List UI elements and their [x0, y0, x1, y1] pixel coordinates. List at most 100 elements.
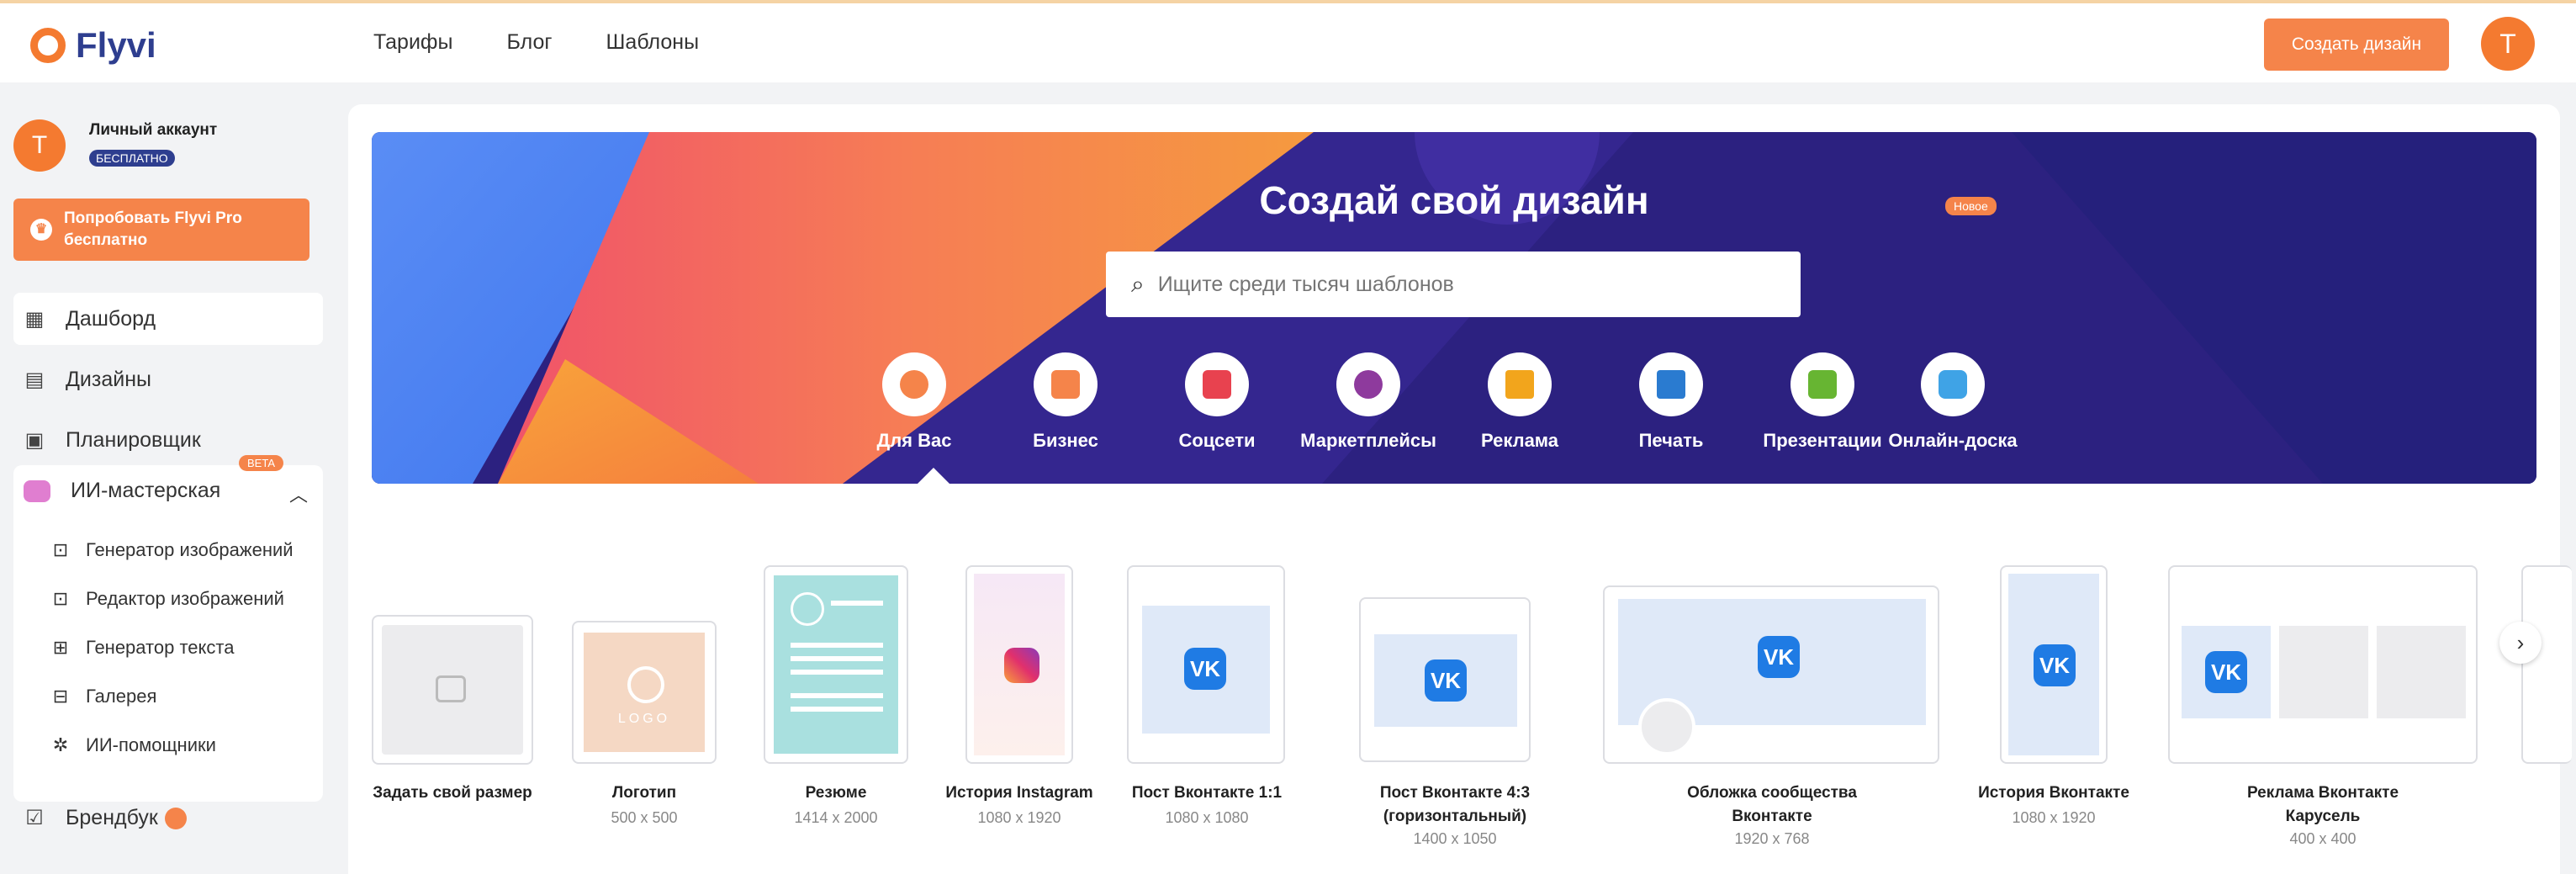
category-label: Соцсети [1178, 430, 1256, 451]
pro-badge-icon [164, 807, 187, 829]
sidebar-item-image-editor[interactable]: ⊡ Редактор изображений [50, 588, 284, 610]
smile-icon [882, 352, 946, 416]
sidebar-item-label: Планировщик [66, 427, 201, 452]
account-name[interactable]: Личный аккаунт [89, 121, 217, 140]
sidebar-item-designs[interactable]: ▤ Дизайны [13, 353, 323, 405]
brandbook-icon: ☑ [25, 807, 44, 829]
template-search-box[interactable]: ⌕ [1106, 252, 1801, 317]
ai-workshop-icon [24, 479, 50, 502]
nav-blog[interactable]: Блог [506, 30, 552, 55]
heart-chat-icon [1185, 352, 1249, 416]
vk-icon: VK [2205, 651, 2247, 693]
logo-text: Flyvi [76, 25, 156, 65]
category-for-you[interactable]: Для Вас [843, 352, 986, 452]
category-whiteboard[interactable]: Онлайн-доска [1881, 352, 2024, 452]
sidebar-item-text-generator[interactable]: ⊞ Генератор текста [50, 637, 235, 659]
template-size: 1920 x 768 [1734, 830, 1810, 847]
carousel-next-button[interactable]: › [2499, 622, 2542, 664]
template-vk-cover[interactable]: VK [1603, 585, 1939, 764]
sidebar-item-brandbook[interactable]: ☑ Брендбук [13, 806, 187, 830]
category-label: Маркетплейсы [1300, 430, 1436, 451]
assistant-icon: ✲ [52, 734, 69, 755]
sidebar-item-label: Дашборд [66, 306, 156, 331]
sub-item-label: Галерея [86, 686, 157, 707]
template-vk-post-horizontal[interactable]: VK [1359, 597, 1531, 762]
briefcase-icon [1034, 352, 1098, 416]
template-vk-story[interactable]: VK [2000, 565, 2108, 764]
logo-icon [30, 28, 66, 63]
try-pro-button[interactable]: ♛ Попробовать Flyvi Pro бесплатно [13, 199, 309, 261]
sidebar-item-image-generator[interactable]: ⊡ Генератор изображений [50, 539, 294, 561]
template-logo[interactable]: LOGO [572, 621, 717, 764]
chevron-right-icon: › [2516, 629, 2525, 655]
search-icon: ⌕ [1131, 270, 1145, 297]
template-label: Пост Вконтакте 1:1 [1131, 784, 1283, 802]
shopping-bag-icon [1336, 352, 1400, 416]
create-design-button[interactable]: Создать дизайн [2264, 19, 2449, 71]
nav-pricing[interactable]: Тарифы [373, 30, 452, 55]
presentation-icon [1791, 352, 1854, 416]
search-input[interactable] [1156, 271, 1748, 298]
user-avatar[interactable]: T [2481, 17, 2535, 71]
template-size: 400 x 400 [2289, 830, 2356, 847]
printer-icon [1639, 352, 1703, 416]
category-print[interactable]: Печать [1600, 352, 1743, 452]
category-label: Печать [1638, 430, 1704, 451]
beta-badge: BETA [239, 455, 283, 471]
template-size: 500 x 500 [611, 809, 678, 826]
nav-templates[interactable]: Шаблоны [606, 30, 700, 55]
calendar-icon: ▣ [24, 428, 45, 452]
hero-title: Создай свой дизайн [1259, 178, 1649, 222]
template-label: Реклама Вконтакте Карусель [2246, 784, 2399, 825]
plan-badge: БЕСПЛАТНО [89, 150, 175, 167]
top-bar: Flyvi Тарифы Блог Шаблоны Создать дизайн… [0, 0, 2576, 82]
text-generator-icon: ⊞ [52, 637, 69, 658]
template-vk-post-square[interactable]: VK [1127, 565, 1285, 764]
ai-workshop-label: ИИ-мастерская [71, 479, 221, 502]
avatar-icon [791, 592, 824, 626]
template-resume[interactable] [764, 565, 908, 764]
vk-icon: VK [1425, 659, 1467, 702]
category-business[interactable]: Бизнес [994, 352, 1137, 452]
sidebar-item-ai-assistants[interactable]: ✲ ИИ-помощники [50, 734, 216, 756]
logo-placeholder-text: LOGO [617, 712, 671, 726]
logo-placeholder-icon [627, 666, 664, 703]
vk-icon: VK [1758, 636, 1800, 678]
template-instagram-story[interactable] [965, 565, 1073, 764]
image-editor-icon: ⊡ [52, 588, 69, 609]
sidebar-item-label: Брендбук [66, 806, 158, 829]
sub-item-label: Генератор текста [86, 637, 235, 658]
category-ads[interactable]: Реклама [1448, 352, 1591, 452]
category-label: Для Вас [876, 430, 952, 451]
gallery-icon: ⊟ [52, 686, 69, 707]
ai-workshop-section: ИИ-мастерская BETA ︿ ⊡ Генератор изображ… [13, 455, 323, 802]
try-pro-label: Попробовать Flyvi Pro бесплатно [64, 209, 242, 249]
whiteboard-icon [1921, 352, 1985, 416]
template-next-partial[interactable] [2521, 565, 2572, 764]
sub-item-label: Редактор изображений [86, 588, 284, 609]
category-label: Презентации [1763, 430, 1882, 451]
chevron-up-icon[interactable]: ︿ [289, 480, 308, 507]
category-social[interactable]: Соцсети [1145, 352, 1288, 452]
sidebar-item-dashboard[interactable]: ▦ Дашборд [13, 293, 323, 345]
category-label: Онлайн-доска [1888, 430, 2018, 451]
account-avatar[interactable]: T [13, 119, 66, 172]
new-badge: Новое [1945, 197, 1997, 215]
hero-banner: Создай свой дизайн ⌕ Для Вас Бизнес Соцс… [372, 132, 2536, 484]
template-size: 1400 x 1050 [1413, 830, 1497, 847]
resize-icon [436, 675, 466, 702]
category-presentations[interactable]: Презентации [1751, 352, 1894, 452]
ai-workshop-toggle[interactable]: ИИ-мастерская [24, 479, 220, 503]
template-custom-size[interactable] [372, 615, 533, 765]
designs-icon: ▤ [24, 368, 45, 391]
category-marketplaces[interactable]: Маркетплейсы [1297, 352, 1440, 452]
sub-item-label: ИИ-помощники [86, 734, 216, 755]
grid-icon: ▦ [24, 307, 45, 331]
template-vk-carousel[interactable]: VK [2168, 565, 2478, 764]
template-label: Логотип [611, 784, 677, 802]
flyvi-logo[interactable]: Flyvi [30, 25, 156, 66]
sidebar-item-gallery[interactable]: ⊟ Галерея [50, 686, 157, 707]
template-size: 1080 x 1920 [2012, 809, 2096, 826]
template-label: Пост Вконтакте 4:3 (горизонтальный) [1379, 784, 1531, 825]
sidebar: T Личный аккаунт БЕСПЛАТНО ♛ Попробовать… [0, 82, 336, 874]
